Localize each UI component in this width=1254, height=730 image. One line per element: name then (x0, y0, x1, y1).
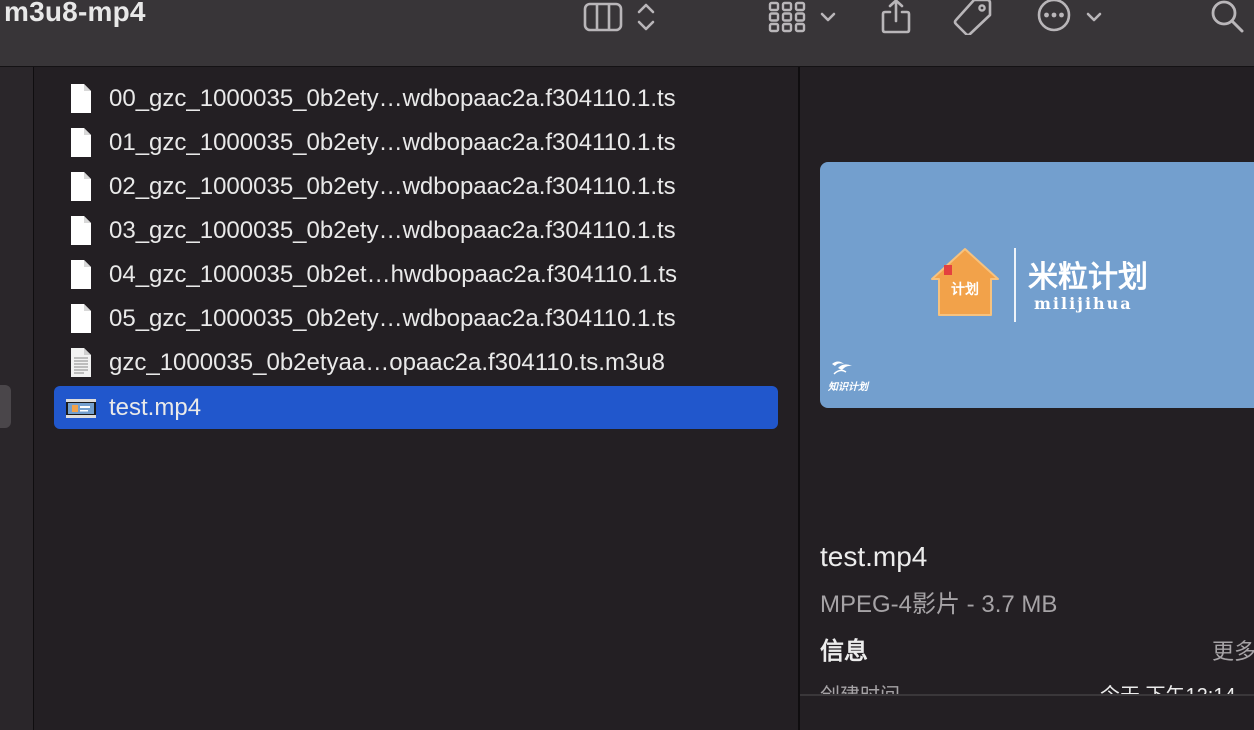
search-icon[interactable] (1208, 0, 1248, 34)
file-name: 04_gzc_1000035_0b2et…hwdbopaac2a.f304110… (109, 261, 678, 288)
house-logo-icon: 计划 (931, 248, 999, 316)
file-name: test.mp4 (109, 394, 202, 421)
file-row[interactable]: 03_gzc_1000035_0b2ety…wdbopaac2a.f304110… (54, 209, 778, 252)
video-thumbnail-icon (66, 399, 96, 418)
more-info-link[interactable]: 更多 (1212, 634, 1254, 666)
file-row[interactable]: 01_gzc_1000035_0b2ety…wdbopaac2a.f304110… (54, 121, 778, 164)
file-name: 00_gzc_1000035_0b2ety…wdbopaac2a.f304110… (109, 85, 676, 112)
file-name: 03_gzc_1000035_0b2ety…wdbopaac2a.f304110… (109, 217, 676, 244)
toolbar: m3u8-mp4 (0, 0, 1254, 67)
document-icon (71, 216, 91, 245)
chevron-down-icon[interactable] (816, 0, 840, 34)
sidebar (0, 67, 34, 730)
preview-file-name: test.mp4 (820, 541, 928, 572)
file-row[interactable]: 00_gzc_1000035_0b2ety…wdbopaac2a.f304110… (54, 77, 778, 120)
chevron-down-icon[interactable] (1082, 0, 1106, 34)
house-text: 计划 (951, 281, 979, 298)
file-row[interactable]: 05_gzc_1000035_0b2ety…wdbopaac2a.f304110… (54, 297, 778, 340)
window-title: m3u8-mp4 (4, 0, 146, 27)
logo-english-text: milijihua (1034, 294, 1133, 313)
more-icon[interactable] (1034, 0, 1074, 34)
view-stepper-icon[interactable] (634, 0, 658, 34)
file-list: 00_gzc_1000035_0b2ety…wdbopaac2a.f304110… (34, 67, 798, 730)
document-icon (71, 304, 91, 333)
file-row-selected[interactable]: test.mp4 (54, 386, 778, 429)
columns-view-icon[interactable] (582, 0, 624, 34)
corner-logo-text: 知识计划 (828, 382, 868, 393)
tag-icon[interactable] (950, 0, 994, 35)
file-row[interactable]: gzc_1000035_0b2etyaa…opaac2a.f304110.ts.… (54, 341, 778, 384)
preview-pane: 计划 米粒计划 milijihua 知识计划 test.mp4 MPEG-4影片… (800, 67, 1254, 730)
file-name: 05_gzc_1000035_0b2ety…wdbopaac2a.f304110… (109, 305, 676, 332)
finder-window: m3u8-mp4 00_gzc_1000035_0b2ety…wdbopaac2… (0, 0, 1254, 730)
document-icon (71, 128, 91, 157)
sidebar-selected-item[interactable] (0, 385, 11, 428)
text-document-icon (71, 348, 91, 377)
corner-logo-icon (832, 361, 852, 375)
share-icon[interactable] (876, 0, 916, 34)
preview-file-kind: MPEG-4影片 - 3.7 MB (820, 591, 1058, 618)
file-row[interactable]: 02_gzc_1000035_0b2ety…wdbopaac2a.f304110… (54, 165, 778, 208)
logo-separator (1014, 248, 1016, 322)
file-name: 01_gzc_1000035_0b2ety…wdbopaac2a.f304110… (109, 129, 676, 156)
document-icon (71, 172, 91, 201)
group-grid-icon[interactable] (766, 0, 808, 34)
file-row[interactable]: 04_gzc_1000035_0b2et…hwdbopaac2a.f304110… (54, 253, 778, 296)
document-icon (71, 84, 91, 113)
logo-chinese-text: 米粒计划 (1028, 260, 1148, 295)
file-name: gzc_1000035_0b2etyaa…opaac2a.f304110.ts.… (109, 349, 665, 376)
info-heading: 信息 (820, 638, 868, 665)
document-icon (71, 260, 91, 289)
video-thumbnail[interactable]: 计划 米粒计划 milijihua 知识计划 (820, 162, 1254, 408)
file-name: 02_gzc_1000035_0b2ety…wdbopaac2a.f304110… (109, 173, 676, 200)
preview-actions-bar (800, 694, 1254, 730)
